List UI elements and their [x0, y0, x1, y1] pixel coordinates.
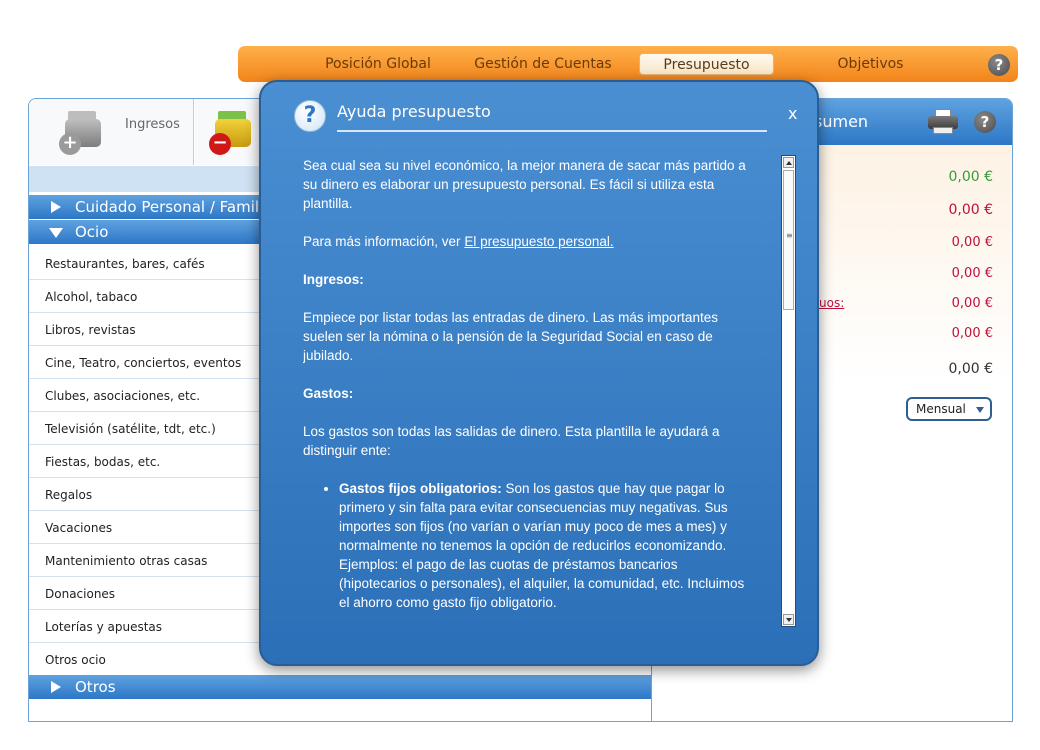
income-wallet-plus-icon: + [59, 109, 105, 155]
tab-posicion-global[interactable]: Posición Global [318, 53, 438, 75]
scrollbar-thumb[interactable] [783, 170, 794, 310]
chevron-right-icon [51, 201, 61, 213]
scrollbar[interactable] [781, 155, 796, 627]
gastos-text: Los gastos son todas las salidas de dine… [303, 424, 720, 458]
amount-value: 0,00 € [951, 326, 993, 341]
list-item: Gastos fijos obligatorios: Son los gasto… [339, 479, 751, 612]
expense-wallet-minus-icon: − [209, 109, 255, 155]
ingresos-heading: Ingresos: [303, 272, 364, 287]
chevron-down-icon [49, 228, 63, 238]
scroll-up-icon[interactable] [783, 157, 794, 168]
ingresos-label: Ingresos [125, 117, 180, 132]
tab-objetivos[interactable]: Objetivos [828, 53, 913, 75]
gastos-button[interactable]: − [195, 99, 265, 165]
amount-value: 0,00 € [951, 235, 993, 250]
gastos-list: Gastos fijos obligatorios: Son los gasto… [303, 479, 751, 612]
close-button[interactable]: x [788, 104, 797, 123]
modal-title: Ayuda presupuesto [337, 102, 491, 121]
modal-content: Sea cual sea su nivel económico, la mejo… [303, 156, 751, 626]
chevron-right-icon [51, 681, 61, 693]
top-navigation-bar: Posición Global Gestión de Cuentas Presu… [238, 46, 1018, 82]
presupuesto-personal-link[interactable]: El presupuesto personal. [464, 234, 613, 249]
more-info-text: Para más información, ver El presupuesto… [303, 234, 614, 249]
help-modal: ? Ayuda presupuesto x Sea cual sea su ni… [259, 80, 819, 666]
question-icon[interactable]: ? [974, 111, 996, 133]
ingresos-button[interactable]: + Ingresos [29, 99, 194, 165]
printer-icon[interactable] [928, 109, 958, 135]
amount-value: 0,00 € [948, 169, 993, 185]
amount-value: 0,00 € [951, 266, 993, 281]
period-select[interactable]: Mensual [906, 397, 992, 421]
chevron-down-icon [976, 407, 984, 413]
gastos-heading: Gastos: [303, 386, 354, 401]
question-icon[interactable]: ? [988, 54, 1010, 76]
intro-text: Sea cual sea su nivel económico, la mejo… [303, 158, 746, 211]
amount-total: 0,00 € [948, 361, 993, 377]
amount-value: 0,00 € [948, 202, 993, 218]
category-otros[interactable]: Otros [29, 675, 651, 699]
ingresos-text: Empiece por listar todas las entradas de… [303, 310, 718, 363]
title-divider [337, 130, 767, 132]
amount-value: 0,00 € [951, 296, 993, 311]
tab-gestion-de-cuentas[interactable]: Gestión de Cuentas [470, 53, 616, 75]
scroll-down-icon[interactable] [783, 614, 794, 625]
tab-presupuesto[interactable]: Presupuesto [639, 53, 774, 75]
summary-title: sumen [814, 112, 869, 131]
summary-link[interactable]: uos: [819, 296, 844, 310]
question-icon: ? [294, 100, 326, 132]
